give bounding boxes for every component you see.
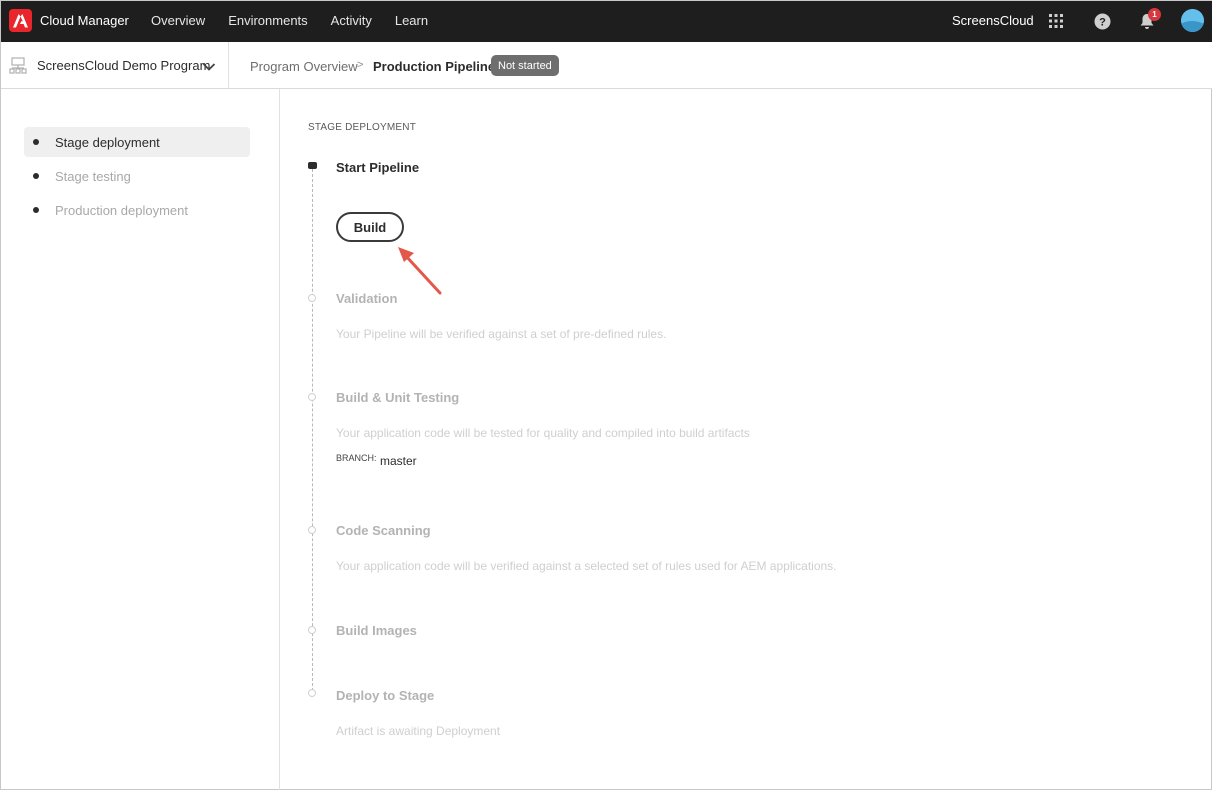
sidebar-item-label: Stage testing	[55, 168, 131, 184]
nav-environments[interactable]: Environments	[228, 13, 307, 28]
svg-text:?: ?	[1099, 16, 1106, 28]
section-label: STAGE DEPLOYMENT	[308, 122, 417, 133]
timeline-node	[308, 526, 316, 534]
sidebar-item-production-deployment[interactable]: Production deployment	[24, 195, 250, 225]
step-title-validation: Validation	[336, 291, 398, 306]
timeline-node	[308, 689, 316, 697]
org-switcher[interactable]: ScreensCloud	[952, 13, 1034, 28]
main-nav: Overview Environments Activity Learn	[151, 13, 451, 28]
nav-overview[interactable]: Overview	[151, 13, 205, 28]
sidebar-divider	[279, 89, 280, 790]
step-title-code-scanning: Code Scanning	[336, 523, 431, 538]
timeline-node-active	[308, 162, 317, 169]
top-navigation-bar: Cloud Manager Overview Environments Acti…	[1, 1, 1212, 42]
program-selector[interactable]: ScreensCloud Demo Program	[37, 58, 210, 73]
window-frame: Cloud Manager Overview Environments Acti…	[0, 0, 1212, 790]
help-icon[interactable]: ?	[1092, 11, 1112, 31]
annotation-arrow	[398, 247, 442, 295]
step-title-build-unit-testing: Build & Unit Testing	[336, 390, 460, 405]
apps-grid-icon[interactable]	[1046, 11, 1066, 31]
avatar[interactable]	[1181, 9, 1204, 32]
program-icon	[9, 57, 27, 80]
breadcrumb-separator: >	[357, 59, 364, 71]
notification-badge: 1	[1148, 8, 1161, 21]
timeline-line	[312, 169, 313, 691]
step-desc-code-scanning: Your application code will be verified a…	[336, 559, 837, 573]
sidebar-item-stage-deployment[interactable]: Stage deployment	[24, 127, 250, 157]
breadcrumb-current-page: Production Pipeline	[373, 59, 496, 74]
breadcrumb-program-overview[interactable]: Program Overview	[250, 59, 358, 74]
timeline-node	[308, 393, 316, 401]
branch-value: master	[380, 454, 417, 468]
status-badge: Not started	[491, 55, 559, 76]
bullet-dot	[33, 173, 39, 179]
timeline-node	[308, 626, 316, 634]
step-title-build-images: Build Images	[336, 623, 417, 638]
sidebar-item-label: Stage deployment	[55, 134, 160, 150]
bullet-dot	[33, 207, 39, 213]
program-header: ScreensCloud Demo Program Program Overvi…	[1, 42, 1212, 89]
nav-activity[interactable]: Activity	[331, 13, 372, 28]
bullet-dot	[33, 139, 39, 145]
step-desc-build-unit-testing: Your application code will be tested for…	[336, 426, 750, 440]
nav-learn[interactable]: Learn	[395, 13, 428, 28]
step-title-deploy-to-stage: Deploy to Stage	[336, 688, 435, 703]
step-desc-deploy-to-stage: Artifact is awaiting Deployment	[336, 724, 501, 738]
app-title[interactable]: Cloud Manager	[40, 13, 129, 28]
adobe-logo-icon[interactable]	[9, 9, 32, 32]
timeline-node	[308, 294, 316, 302]
step-desc-validation: Your Pipeline will be verified against a…	[336, 327, 667, 341]
build-button[interactable]: Build	[336, 212, 404, 242]
sidebar-item-stage-testing[interactable]: Stage testing	[24, 161, 250, 191]
branch-label: BRANCH:	[336, 453, 377, 463]
chevron-down-icon[interactable]	[202, 59, 216, 77]
sidebar-item-label: Production deployment	[55, 202, 188, 218]
step-title-start-pipeline: Start Pipeline	[336, 160, 420, 175]
header-divider	[228, 42, 229, 88]
